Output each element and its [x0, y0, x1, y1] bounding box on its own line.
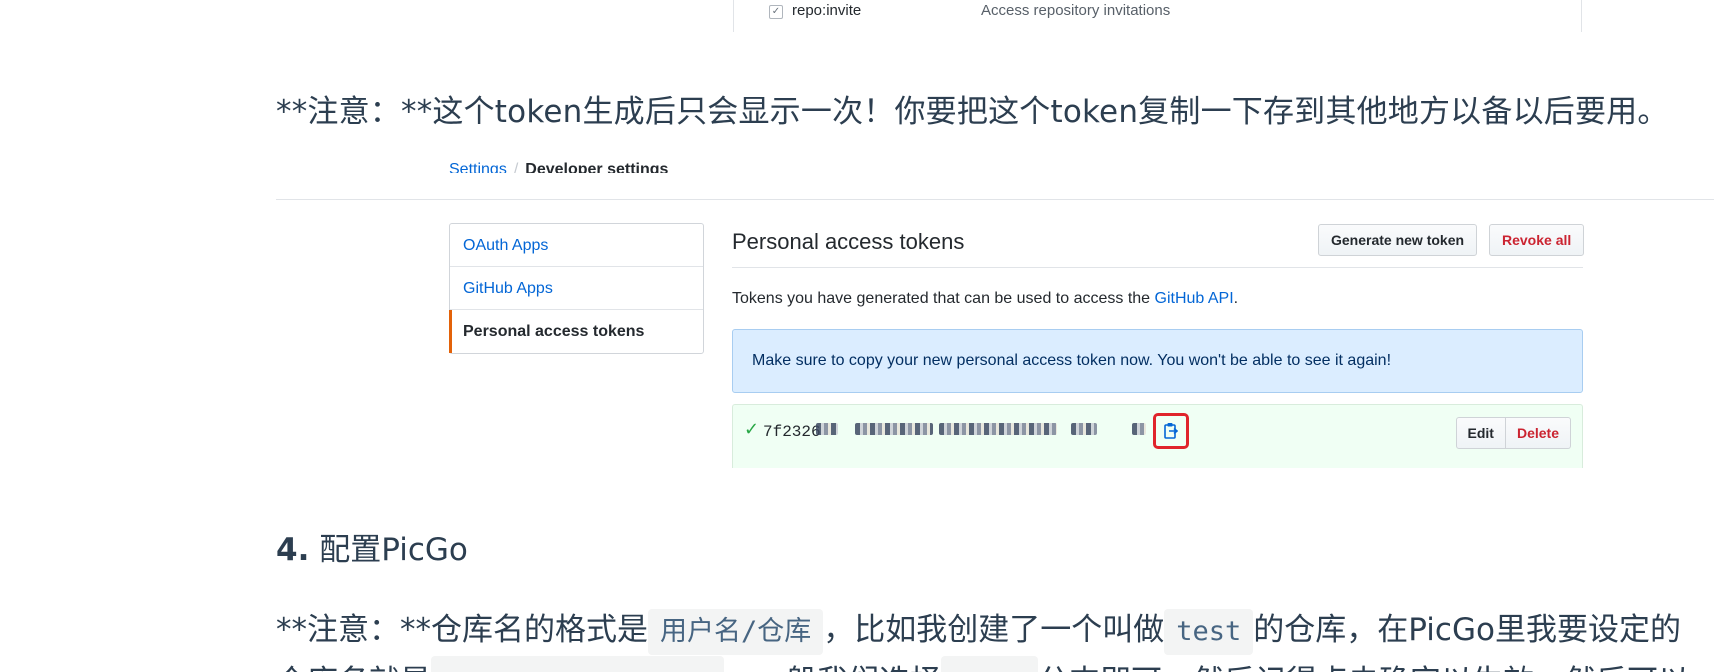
revoke-all-button[interactable]: Revoke all	[1489, 224, 1585, 256]
token-actions: Edit Delete	[1455, 417, 1571, 449]
inline-code-repo-name	[431, 656, 724, 672]
menu-item-github-apps[interactable]: GitHub Apps	[450, 267, 703, 310]
note-paragraph-2-line-2: 仓库名就是 ，一般我们选择 分支即可。然后记得点击确定以生效，然后可以	[276, 656, 1689, 672]
redacted-token-segment	[939, 423, 1057, 435]
inline-code-test: test	[1164, 609, 1254, 655]
flash-notice: Make sure to copy your new personal acce…	[732, 329, 1583, 393]
note-paragraph-2: **注意：**仓库名的格式是 用户名/仓库 ，比如我创建了一个叫做 test 的仓库，在…	[276, 607, 1681, 655]
new-token-row: ✓ 7f2326 Edit Delete	[732, 404, 1583, 468]
note2-line2-start: 仓库名就是	[276, 664, 431, 672]
breadcrumb: Settings / Developer settings	[449, 157, 668, 173]
edit-token-button[interactable]: Edit	[1455, 417, 1506, 449]
github-screenshot: Settings / Developer settings OAuth Apps G…	[276, 150, 1714, 468]
section-title: 配置PicGo	[309, 532, 468, 568]
inline-code-branch	[941, 656, 1038, 672]
redacted-token-segment	[1071, 423, 1097, 435]
scope-name: repo:invite	[792, 2, 862, 19]
breadcrumb-settings-link[interactable]: Settings	[449, 161, 507, 173]
section-heading: 4. 配置PicGo	[276, 524, 468, 569]
header-divider	[276, 199, 1714, 200]
description-period: .	[1233, 290, 1239, 307]
menu-item-personal-access-tokens[interactable]: Personal access tokens	[449, 310, 703, 353]
inline-code-repo-format: 用户名/仓库	[648, 609, 824, 655]
section-number: 4.	[276, 532, 310, 568]
tokens-description: Tokens you have generated that can be us…	[732, 290, 1238, 308]
scope-panel: ✓ repo:invite Access repository invitati…	[733, 0, 1582, 32]
generate-new-token-button[interactable]: Generate new token	[1318, 224, 1478, 256]
note2-line2-mid: ，一般我们选择	[724, 664, 941, 672]
note2-text-1: **注意：**仓库名的格式是	[276, 612, 648, 648]
menu-item-oauth-apps[interactable]: OAuth Apps	[450, 224, 703, 267]
page: ✓ repo:invite Access repository invitati…	[0, 0, 1714, 672]
breadcrumb-current: Developer settings	[525, 161, 669, 173]
scope-checkbox[interactable]: ✓	[769, 5, 783, 19]
title-divider	[732, 267, 1583, 268]
note2-text-2: ，比如我创建了一个叫做	[823, 612, 1165, 648]
note-paragraph-1: **注意：**这个token生成后只会显示一次！你要把这个token复制一下存到…	[276, 94, 1669, 130]
scope-description: Access repository invitations	[981, 2, 1171, 19]
delete-token-button[interactable]: Delete	[1505, 417, 1571, 449]
redacted-token-segment	[1132, 423, 1146, 435]
redacted-token-segment	[855, 423, 933, 435]
note2-line2-end: 分支即可。然后记得点击确定以生效，然后可以	[1038, 664, 1689, 672]
note2-text-3: 的仓库，在PicGo里我要设定的	[1253, 612, 1681, 648]
token-value: 7f2326	[763, 423, 821, 441]
breadcrumb-separator: /	[513, 161, 519, 173]
check-icon: ✓	[744, 419, 760, 439]
description-text: Tokens you have generated that can be us…	[732, 290, 1155, 307]
redacted-token-segment	[816, 423, 838, 435]
developer-settings-menu: OAuth Apps GitHub Apps Personal access t…	[449, 223, 704, 354]
page-title: Personal access tokens	[732, 229, 965, 254]
github-api-link[interactable]: GitHub API	[1155, 290, 1234, 307]
clipboard-icon[interactable]	[1164, 422, 1178, 440]
copy-token-highlight	[1153, 413, 1189, 449]
